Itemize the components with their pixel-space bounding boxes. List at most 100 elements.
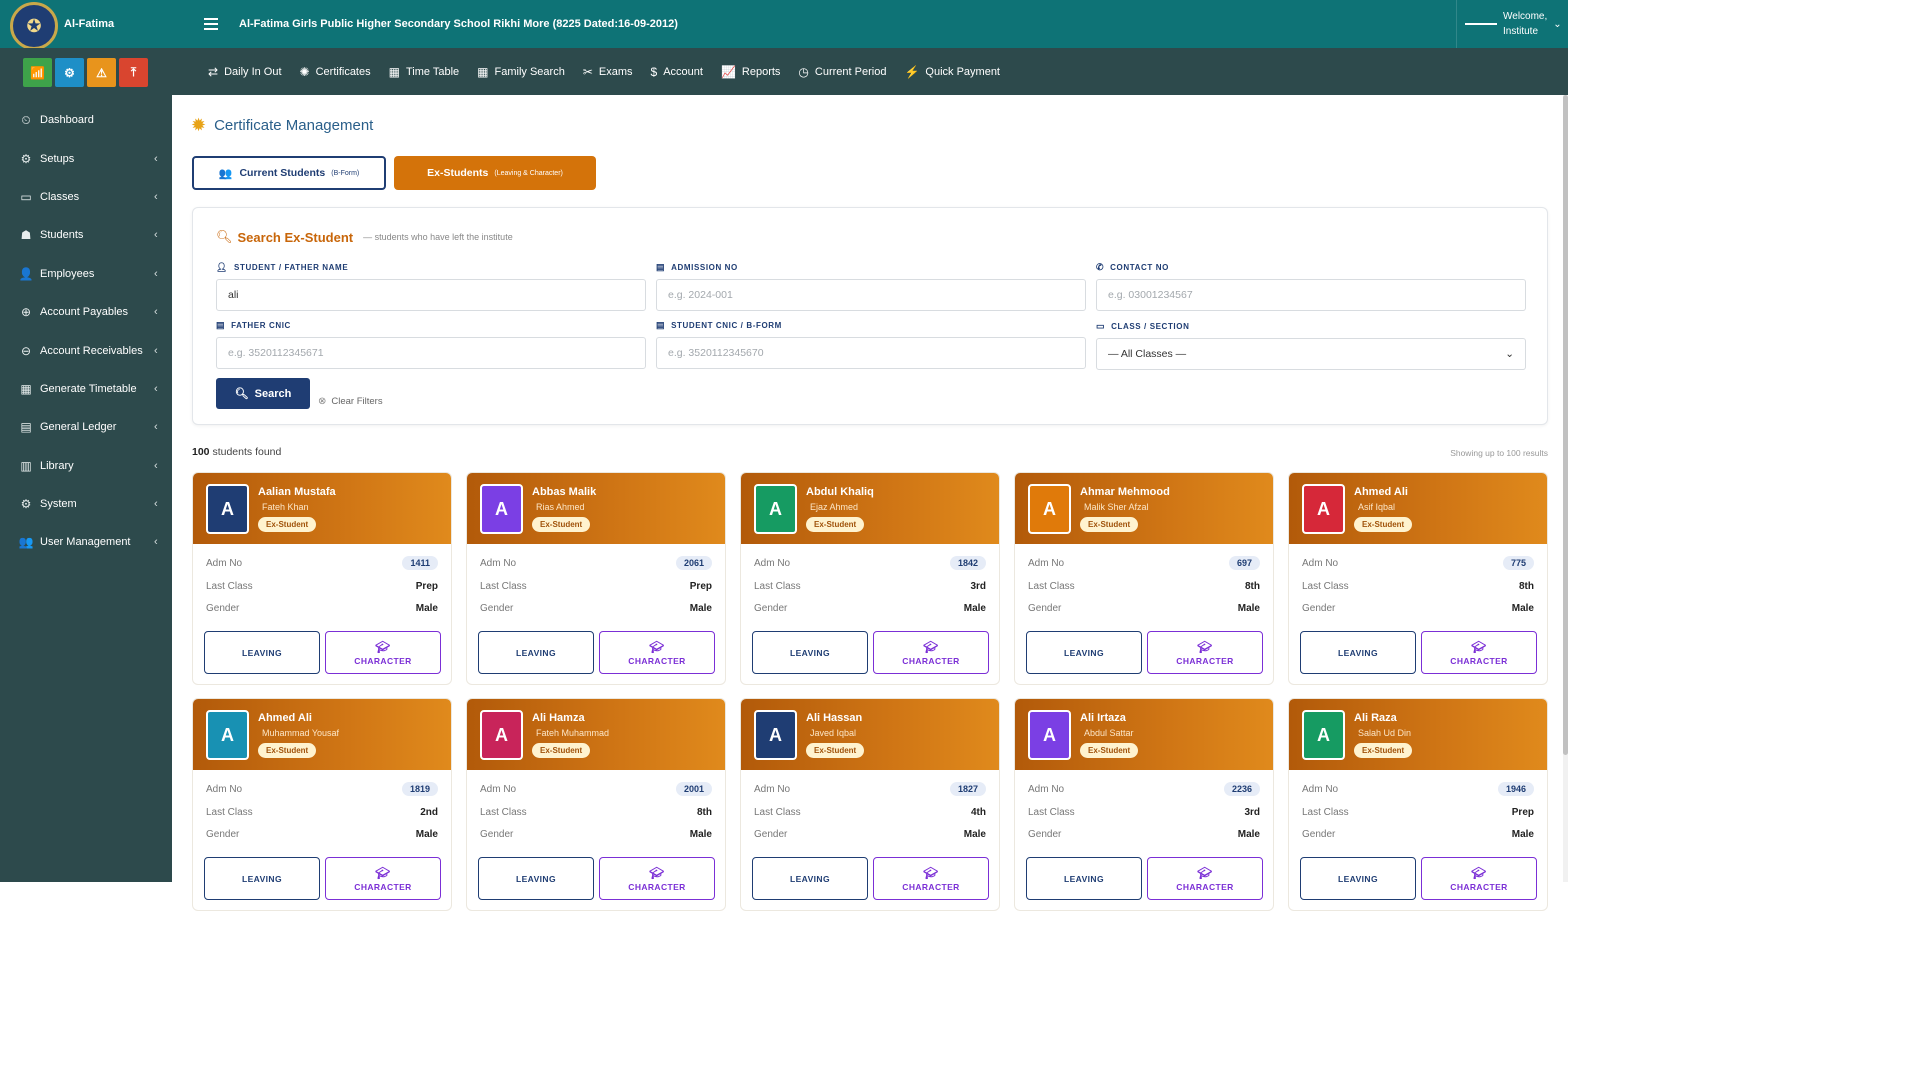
character-certificate-button[interactable]: 🎓︎ CHARACTER [1147,857,1263,900]
student-name: Abdul Khaliq [806,486,874,498]
tab-current-students[interactable]: 👥 Current Students (B-Form) [192,156,386,190]
page-scrollbar[interactable] [1563,95,1568,882]
nav-daily-in-out[interactable]: ⇄ Daily In Out [208,65,282,79]
student-name: Ali Raza [1354,712,1397,724]
employees-icon: 👤 [18,266,34,281]
leaving-certificate-button[interactable]: LEAVING [752,857,868,900]
nav-reports[interactable]: 📈 Reports [721,65,780,79]
sidebar-item-employees[interactable]: 👤 Employees ‹ [0,255,172,293]
leaving-certificate-button[interactable]: LEAVING [1026,857,1142,900]
father-cnic-input[interactable]: e.g. 3520112345671 [216,337,646,369]
library-icon: ▥ [20,458,32,473]
cogs-icon[interactable]: ⚙ [55,58,84,87]
nav-family-search[interactable]: ▦ Family Search [477,65,565,79]
brand[interactable]: ✪ Al-Fatima [0,0,172,50]
character-certificate-button[interactable]: 🎓︎ CHARACTER [599,631,715,674]
scrollbar-thumb[interactable] [1563,95,1568,755]
nav-current-period[interactable]: ◷ Current Period [798,65,886,79]
sidebar-item-students[interactable]: ☗ Students ‹ [0,216,172,254]
sidebar-item-general-ledger[interactable]: ▤ General Ledger ‹ [0,408,172,446]
character-certificate-button[interactable]: 🎓︎ CHARACTER [1147,631,1263,674]
character-certificate-button[interactable]: 🎓︎ CHARACTER [599,857,715,900]
student-name: Aalian Mustafa [258,486,336,498]
nav-label: Reports [741,65,781,78]
leaving-certificate-button[interactable]: LEAVING [204,631,320,674]
sidebar-menu: ⏲ Dashboard ⚙ Setups ‹ ▭ Classes ‹ ☗ Students ‹ 👤 Em… [0,101,172,562]
character-certificate-button[interactable]: 🎓︎ CHARACTER [325,631,441,674]
sidebar-item-label: Generate Timetable [40,382,137,395]
student-name-input[interactable]: ali [216,279,646,311]
character-button-label: CHARACTER [1450,655,1508,666]
student-card: A Ali Raza Salah Ud Din Ex-Student Adm No 194… [1288,698,1548,911]
chevron-left-icon: ‹ [154,498,158,511]
search-button[interactable]: 🔍︎ Search [216,378,310,409]
nav-quick-payment[interactable]: ⚡ Quick Payment [904,65,1000,79]
father-name: Salah Ud Din [1358,728,1412,738]
hamburger-menu-icon[interactable] [204,18,218,30]
search-button-label: Search [254,387,292,400]
leaving-button-label: LEAVING [1064,873,1104,884]
nav-exams[interactable]: ✂ Exams [583,65,633,79]
gender-label: Gender [1302,603,1336,614]
student-cnic-label: STUDENT CNIC / B-FORM [671,320,782,330]
gender-label: Gender [480,603,514,614]
sidebar-item-setups[interactable]: ⚙ Setups ‹ [0,139,172,177]
admission-no-input[interactable]: e.g. 2024-001 [656,279,1086,311]
leaving-certificate-button[interactable]: LEAVING [1026,631,1142,674]
character-button-label: CHARACTER [902,881,960,892]
last-class-value: 3rd [1244,807,1260,818]
student-cnic-field: ▤ STUDENT CNIC / B-FORM e.g. 352011234567… [656,319,1086,369]
sidebar-item-account-receivables[interactable]: ⊖ Account Receivables ‹ [0,331,172,369]
generate-timetable-icon: ▦ [20,381,32,396]
leaving-certificate-button[interactable]: LEAVING [1300,857,1416,900]
leaving-certificate-button[interactable]: LEAVING [752,631,868,674]
leaving-certificate-button[interactable]: LEAVING [478,857,594,900]
sidebar-item-library[interactable]: ▥ Library ‹ [0,447,172,485]
character-certificate-button[interactable]: 🎓︎ CHARACTER [873,857,989,900]
account-receivables-icon: ⊖ [20,343,32,358]
student-avatar: A [1028,710,1071,760]
student-card: A Ali Irtaza Abdul Sattar Ex-Student Adm No 2… [1014,698,1274,911]
last-class-row: Last Class 8th [480,807,712,818]
student-card: A Ahmar Mehmood Malik Sher Afzal Ex-Student… [1014,472,1274,685]
adm-no-row: Adm No 1842 [754,556,986,570]
character-certificate-button[interactable]: 🎓︎ CHARACTER [873,631,989,674]
clear-filters-link[interactable]: ⊗ Clear Filters [318,396,383,407]
user-icon: 👤︎ [216,261,229,272]
chevron-left-icon: ‹ [154,382,158,395]
tab-ex-students[interactable]: Ex-Students (Leaving & Character) [394,156,596,190]
contact-no-input[interactable]: e.g. 03001234567 [1096,279,1526,311]
adm-no-label: Adm No [1302,783,1339,795]
student-cnic-input[interactable]: e.g. 3520112345670 [656,337,1086,369]
character-certificate-button[interactable]: 🎓︎ CHARACTER [1421,857,1537,900]
user-welcome-menu[interactable]: Welcome, Institute ⌄ [1456,0,1568,48]
result-note: Showing up to 100 results [1450,448,1548,458]
gender-value: Male [1237,603,1260,614]
leaving-certificate-button[interactable]: LEAVING [204,857,320,900]
sidebar-item-dashboard[interactable]: ⏲ Dashboard [0,101,172,139]
leaving-certificate-button[interactable]: LEAVING [1300,631,1416,674]
last-class-row: Last Class 8th [1028,581,1260,592]
school-crest-logo: ✪ [10,2,58,50]
nav-certificates[interactable]: ✺ Certificates [300,65,371,79]
student-card-header: A Abdul Khaliq Ejaz Ahmed Ex-Student [741,473,999,544]
sidebar-item-system[interactable]: ⚙ System ‹ [0,485,172,523]
sidebar-item-account-payables[interactable]: ⊕ Account Payables ‹ [0,293,172,331]
character-certificate-button[interactable]: 🎓︎ CHARACTER [325,857,441,900]
daily-in-out-icon: ⇄ [208,64,219,79]
sidebar-item-classes[interactable]: ▭ Classes ‹ [0,178,172,216]
sidebar-item-user-management[interactable]: 👥 User Management ‹ [0,523,172,561]
class-section-select[interactable]: — All Classes — ⌄ [1096,338,1526,370]
upload-icon[interactable]: ⤒ [119,58,148,87]
adm-no-value: 2236 [1223,782,1260,796]
character-certificate-button[interactable]: 🎓︎ CHARACTER [1421,631,1537,674]
father-name: Fateh Khan [262,502,309,512]
student-name-field: 👤︎ STUDENT / FATHER NAME ali [216,261,646,311]
warning-icon[interactable]: ⚠ [87,58,116,87]
sidebar-item-generate-timetable[interactable]: ▦ Generate Timetable ‹ [0,370,172,408]
nav-account[interactable]: $ Account [651,65,703,79]
nav-label: Current Period [814,65,887,78]
nav-time-table[interactable]: ▦ Time Table [389,65,460,79]
leaving-certificate-button[interactable]: LEAVING [478,631,594,674]
signal-icon[interactable]: 📶 [23,58,52,87]
